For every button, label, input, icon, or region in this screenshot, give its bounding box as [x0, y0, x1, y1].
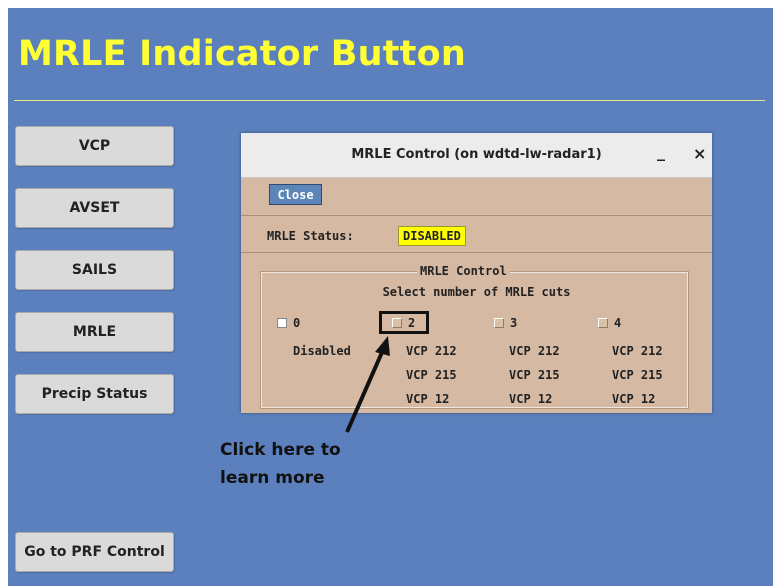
callout-line: Click here to: [220, 440, 341, 460]
callout-text: Click here to learn more: [220, 436, 341, 492]
callout-line: learn more: [220, 468, 325, 488]
callout-arrow-icon: [345, 336, 390, 433]
